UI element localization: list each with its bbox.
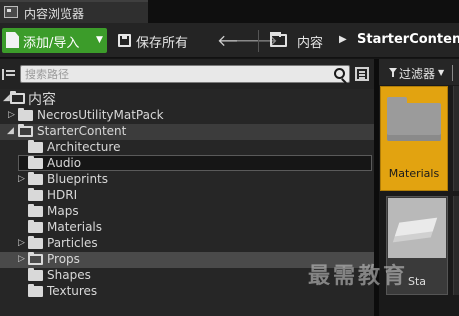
tree-item-content[interactable]: ◢ 内容: [0, 91, 374, 108]
folder-icon: [28, 156, 43, 169]
filter-bar: 过滤器 ▼: [379, 59, 459, 85]
expand-right-icon[interactable]: ▷: [8, 110, 15, 120]
filters-button[interactable]: 过滤器: [399, 65, 435, 82]
tree-item-label: Blueprints: [47, 172, 109, 186]
tree-item-necrosutilitymatpack[interactable]: ▷ NecrosUtilityMatPack: [0, 108, 374, 124]
tree-item-label: Audio: [47, 156, 82, 170]
tree-item-architecture[interactable]: Architecture: [0, 140, 374, 156]
tree-item-label: Props: [47, 252, 80, 266]
folder-icon: [387, 97, 441, 141]
tree-item-label: StarterContent: [37, 124, 127, 138]
folder-icon: [28, 172, 43, 185]
asset-label: Materials: [388, 167, 440, 180]
content-browser-tab[interactable]: 内容浏览器: [0, 0, 148, 23]
tree-item-hdri[interactable]: HDRI: [0, 188, 374, 204]
tree-item-maps[interactable]: Maps: [0, 204, 374, 220]
toolbar: 添加/导入 ▼ 保存所有 🡐 🡒 内容 ▶ StarterContent: [0, 23, 459, 58]
folder-icon: [28, 236, 43, 249]
tree-item-label: Maps: [47, 204, 79, 218]
tree-item-materials[interactable]: Materials: [0, 220, 374, 236]
stairs-shape-icon: [394, 217, 438, 237]
tree-item-label: Particles: [47, 236, 98, 250]
asset-tile-partial[interactable]: [453, 196, 459, 295]
expand-right-icon[interactable]: ▷: [18, 238, 25, 248]
expand-down-icon[interactable]: ◢: [3, 93, 10, 103]
folder-open-icon: [10, 91, 25, 104]
tree-item-label: Textures: [47, 284, 98, 298]
folder-icon: [28, 188, 43, 201]
asset-tile-materials[interactable]: Materials: [380, 86, 448, 191]
tree-item-label: HDRI: [47, 188, 78, 202]
tree-item-blueprints[interactable]: ▷ Blueprints: [0, 172, 374, 188]
folder-icon: [28, 252, 43, 265]
folder-icon[interactable]: [270, 32, 287, 47]
folder-icon: [28, 140, 43, 153]
search-paths-input[interactable]: [25, 66, 330, 82]
expand-down-icon[interactable]: ◢: [7, 126, 14, 136]
content-browser-icon: [4, 6, 18, 18]
folder-icon: [28, 204, 43, 217]
toolbar-divider: [258, 30, 259, 52]
sources-toggle-icon[interactable]: [2, 69, 16, 80]
new-file-icon: [6, 32, 19, 48]
watermark: 最需教育: [308, 264, 409, 289]
chevron-down-icon: ▼: [96, 35, 103, 45]
filter-divider: [452, 65, 453, 81]
mesh-thumbnail: [388, 198, 446, 258]
tree-item-label: NecrosUtilityMatPack: [37, 108, 164, 122]
title-bar: 内容浏览器: [0, 0, 459, 23]
folder-icon: [28, 284, 43, 297]
chevron-down-icon[interactable]: ▼: [438, 68, 444, 77]
expand-right-icon[interactable]: ▷: [18, 254, 25, 264]
tree-item-label: Architecture: [47, 140, 121, 154]
breadcrumb-startercontent[interactable]: StarterContent: [357, 32, 459, 47]
add-import-label: 添加/导入: [23, 36, 80, 51]
save-icon[interactable]: [118, 34, 131, 47]
folder-icon: [28, 220, 43, 233]
folder-open-icon: [18, 124, 33, 137]
view-options-icon[interactable]: [355, 67, 369, 81]
filter-icon[interactable]: [389, 68, 397, 77]
tree-item-particles[interactable]: ▷ Particles: [0, 236, 374, 252]
save-all-button[interactable]: 保存所有: [136, 32, 188, 51]
breadcrumb-content[interactable]: 内容: [297, 32, 323, 51]
search-icon[interactable]: [334, 68, 345, 79]
tree-item-label: Materials: [47, 220, 103, 234]
expand-right-icon[interactable]: ▷: [18, 174, 25, 184]
tree-item-label: 内容: [28, 92, 56, 108]
tree-item-audio[interactable]: Audio: [18, 155, 372, 171]
tree-item-startercontent[interactable]: ◢ StarterContent: [0, 124, 374, 140]
asset-tile-partial[interactable]: [453, 86, 459, 191]
breadcrumb-separator-icon[interactable]: ▶: [339, 34, 347, 45]
folder-icon: [28, 268, 43, 281]
search-row: [0, 59, 374, 89]
folder-icon: [18, 108, 33, 121]
tree-item-label: Shapes: [47, 268, 91, 282]
tab-title: 内容浏览器: [24, 7, 85, 21]
search-box[interactable]: [20, 65, 350, 83]
add-import-button[interactable]: 添加/导入 ▼: [2, 28, 107, 53]
